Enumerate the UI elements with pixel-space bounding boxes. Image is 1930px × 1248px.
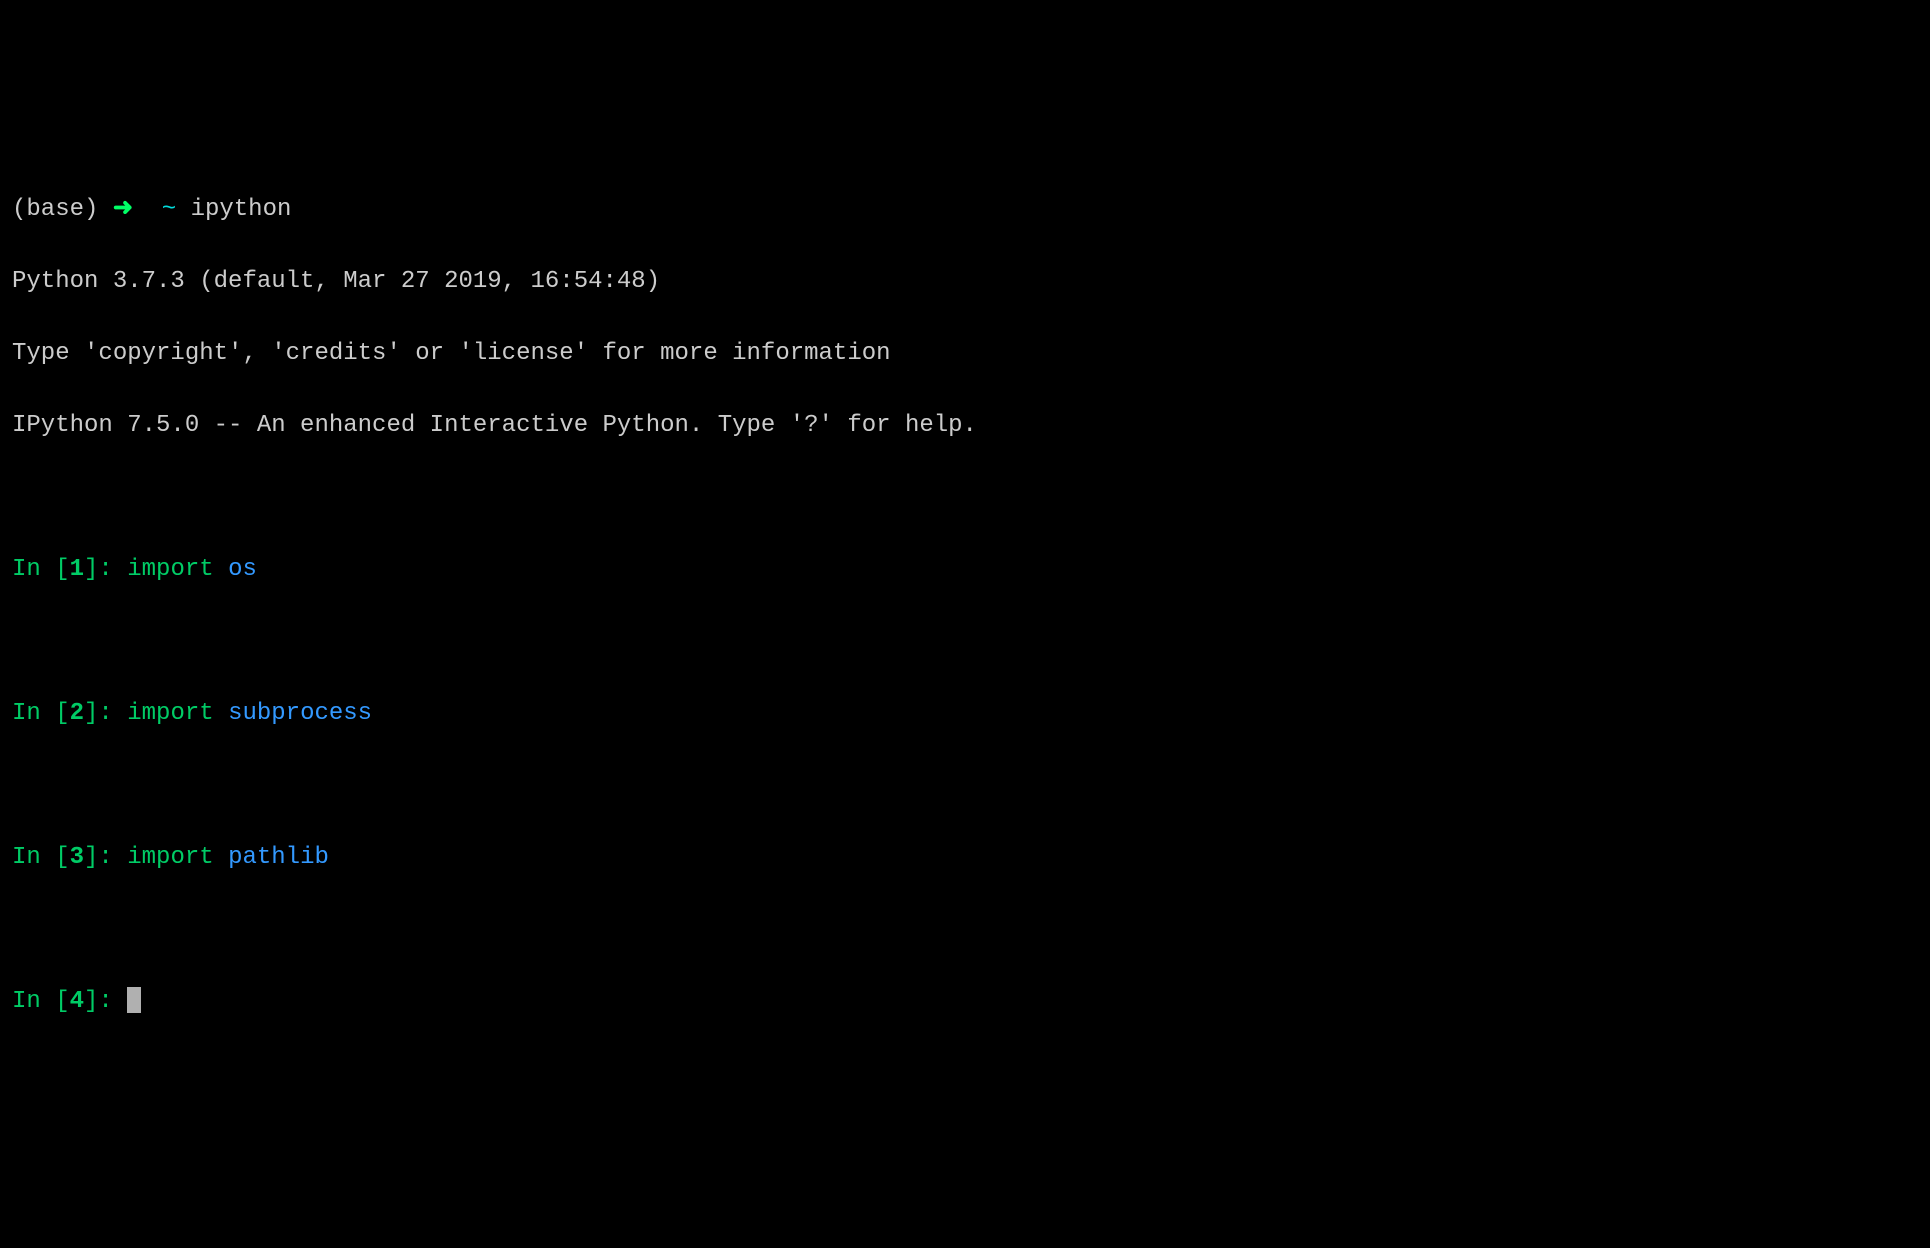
shell-prompt-line: (base) ➜ ~ ipython xyxy=(12,192,1918,228)
in-prompt-label: In [ xyxy=(12,700,70,727)
in-prompt-label: In [ xyxy=(12,988,70,1015)
in-prompt-label: In [ xyxy=(12,556,70,583)
in-cell-2: In [2]: import subprocess xyxy=(12,696,1918,732)
in-cell-current[interactable]: In [4]: xyxy=(12,984,1918,1020)
in-prompt-close: ]: xyxy=(84,988,127,1015)
typed-command: ipython xyxy=(191,196,292,223)
in-prompt-number: 1 xyxy=(70,556,84,583)
blank-line xyxy=(12,624,1918,660)
module-name: subprocess xyxy=(228,700,372,727)
blank-line xyxy=(12,912,1918,948)
in-prompt-close: ]: xyxy=(84,700,127,727)
blank-line xyxy=(12,480,1918,516)
in-cell-3: In [3]: import pathlib xyxy=(12,840,1918,876)
in-prompt-number: 4 xyxy=(70,988,84,1015)
in-prompt-number: 2 xyxy=(70,700,84,727)
in-prompt-number: 3 xyxy=(70,844,84,871)
module-name: pathlib xyxy=(228,844,329,871)
ipython-version-line: IPython 7.5.0 -- An enhanced Interactive… xyxy=(12,408,1918,444)
blank-line xyxy=(12,768,1918,804)
in-cell-1: In [1]: import os xyxy=(12,552,1918,588)
import-keyword: import xyxy=(127,844,228,871)
cursor-icon[interactable] xyxy=(127,987,141,1013)
cwd-tilde: ~ xyxy=(162,196,176,223)
in-prompt-label: In [ xyxy=(12,844,70,871)
conda-env: (base) xyxy=(12,196,98,223)
module-name: os xyxy=(228,556,257,583)
in-prompt-close: ]: xyxy=(84,844,127,871)
prompt-arrow-icon: ➜ xyxy=(113,196,133,223)
import-keyword: import xyxy=(127,700,228,727)
python-version-line: Python 3.7.3 (default, Mar 27 2019, 16:5… xyxy=(12,264,1918,300)
in-prompt-close: ]: xyxy=(84,556,127,583)
copyright-line: Type 'copyright', 'credits' or 'license'… xyxy=(12,336,1918,372)
terminal-output: (base) ➜ ~ ipython Python 3.7.3 (default… xyxy=(12,156,1918,1056)
import-keyword: import xyxy=(127,556,228,583)
